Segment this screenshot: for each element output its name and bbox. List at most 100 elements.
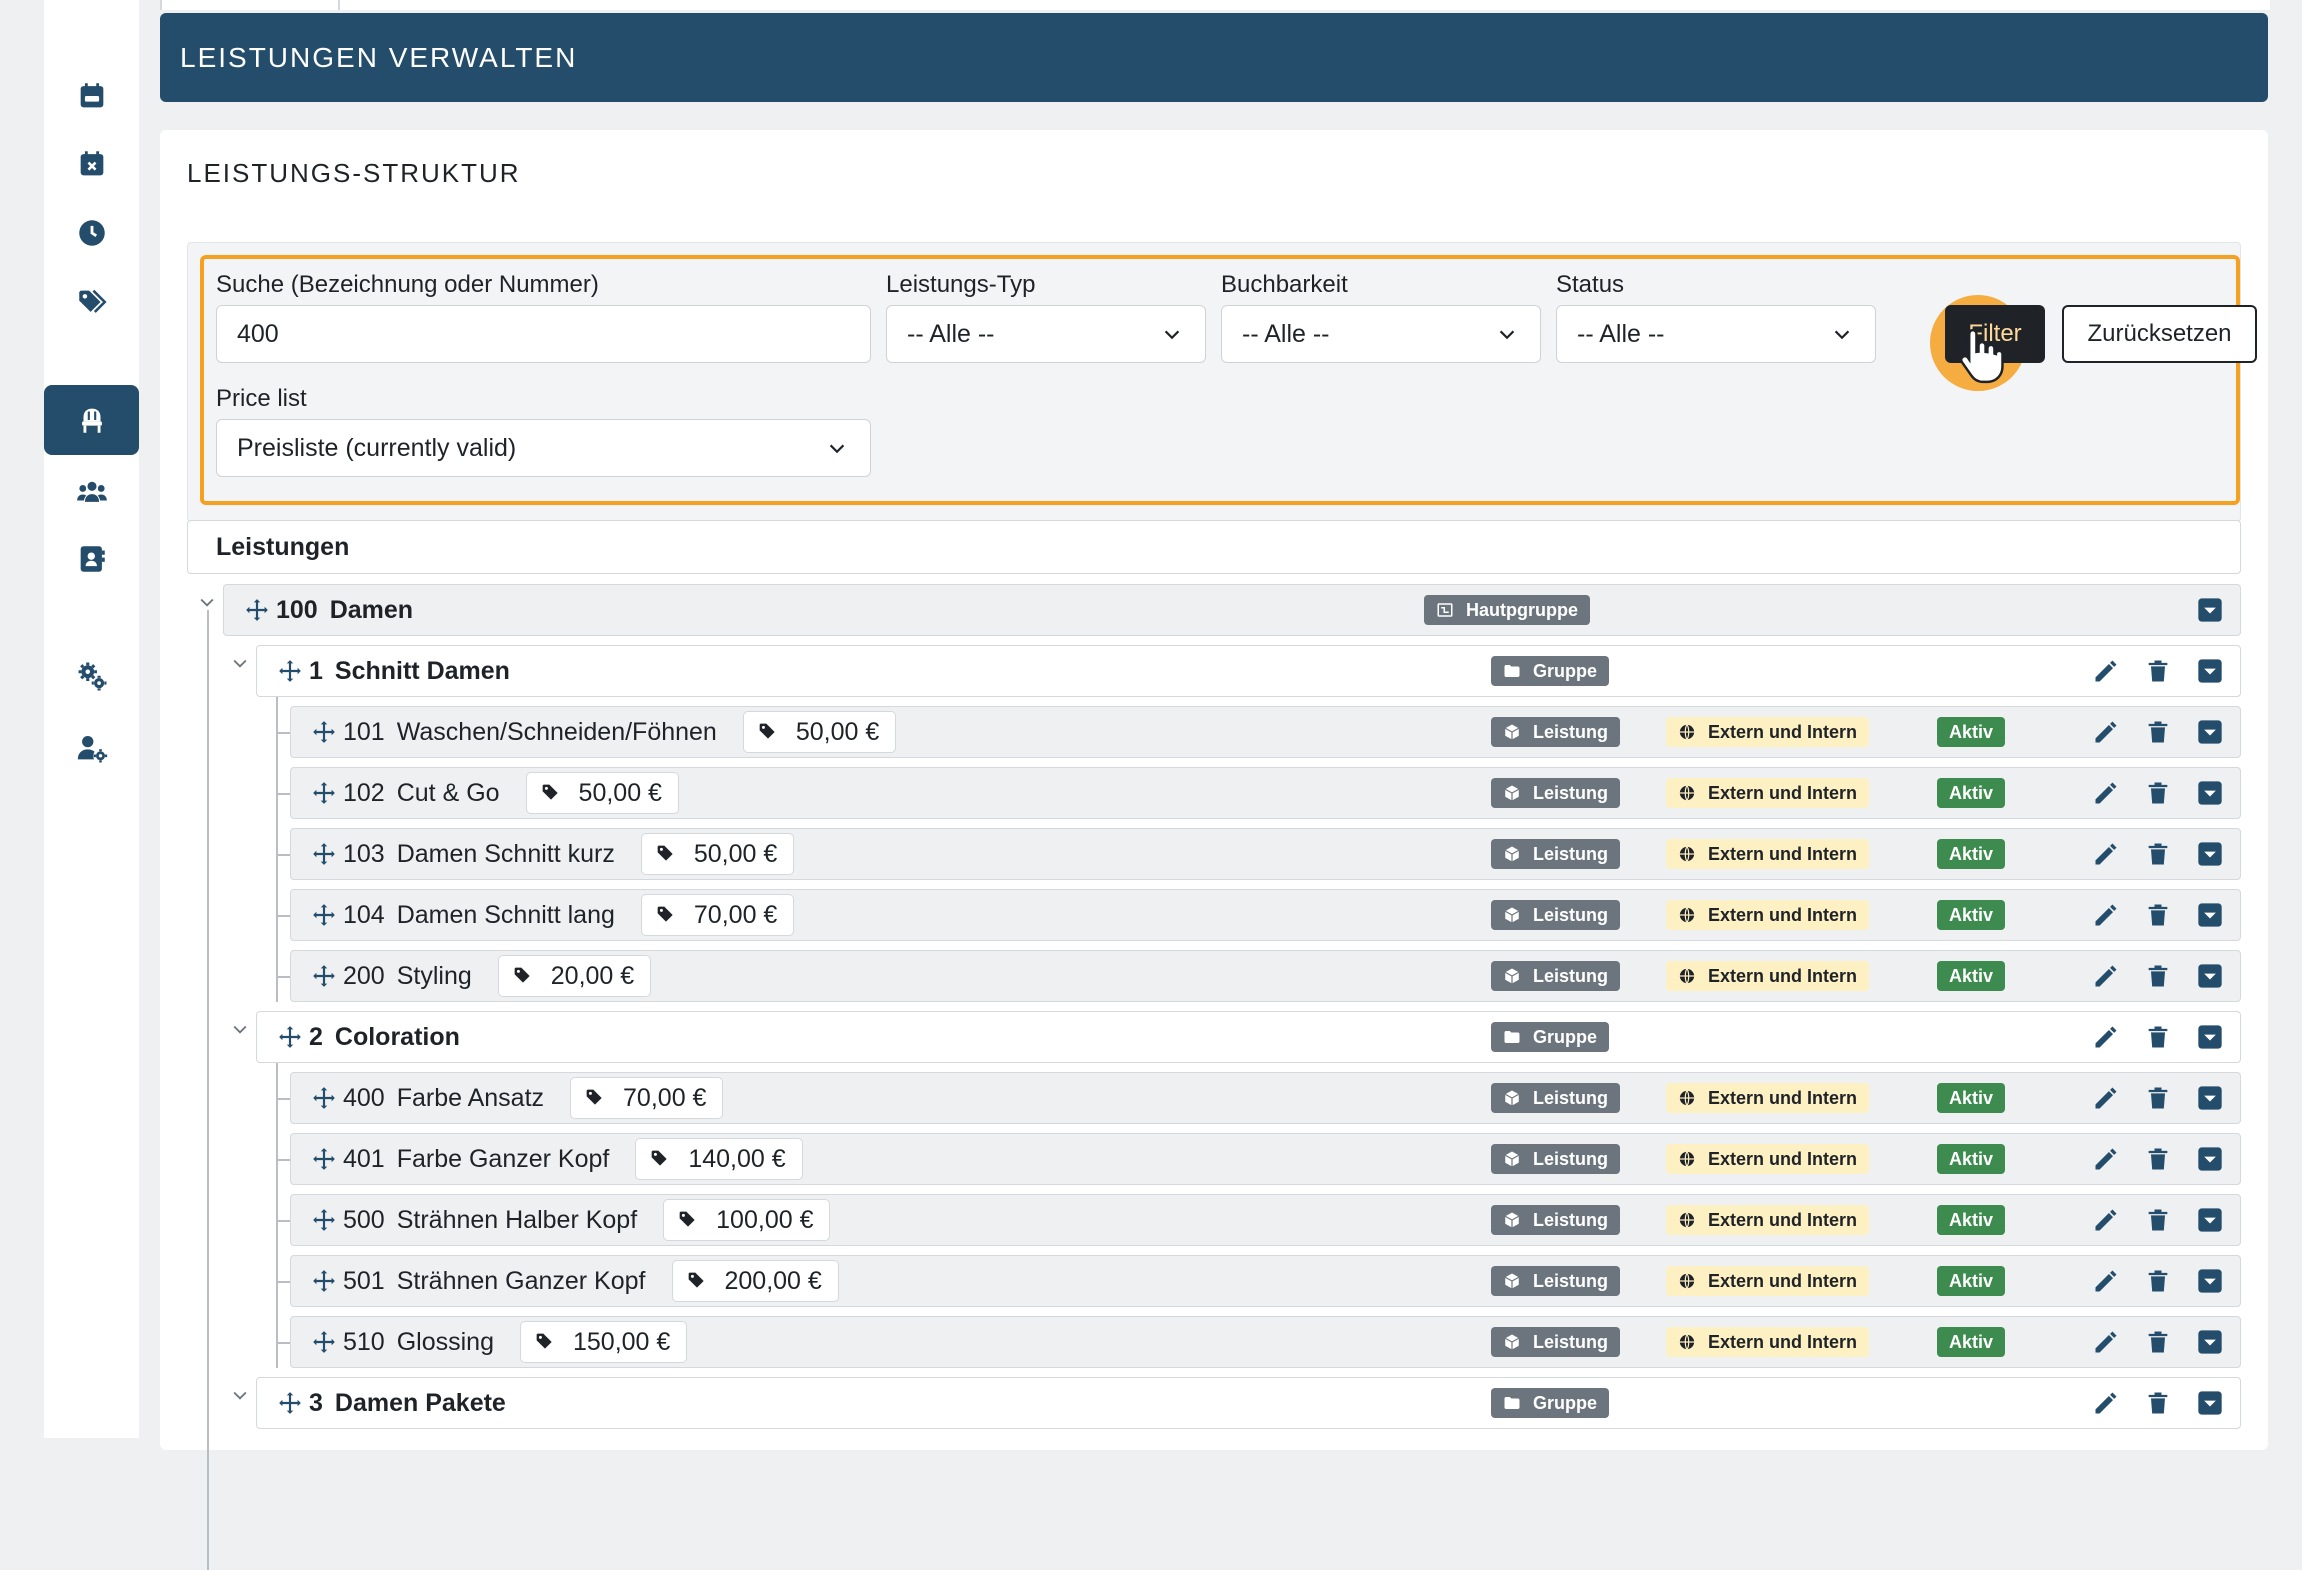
tree-row-group[interactable]: 1 Schnitt Damen Gruppe xyxy=(256,645,2241,697)
bookable-select[interactable]: -- Alle -- xyxy=(1221,305,1541,363)
tree-row-main-group[interactable]: 100 Damen Hautpgruppe xyxy=(223,584,2241,636)
caret-down-icon[interactable] xyxy=(2196,1145,2224,1173)
edit-pencil-icon[interactable] xyxy=(2092,1328,2120,1356)
trash-icon[interactable] xyxy=(2144,1084,2172,1112)
move-handle-icon[interactable] xyxy=(277,658,303,684)
move-handle-icon[interactable] xyxy=(311,1085,337,1111)
calendar-icon[interactable] xyxy=(44,66,139,126)
move-handle-icon[interactable] xyxy=(311,902,337,928)
collapse-toggle-icon[interactable] xyxy=(230,653,250,673)
tree-row-service[interactable]: 101 Waschen/Schneiden/Föhnen 50,00 € Leistu… xyxy=(290,706,2241,758)
tree-row-service[interactable]: 510 Glossing 150,00 € Leistung Extern und In… xyxy=(290,1316,2241,1368)
trash-icon[interactable] xyxy=(2144,1267,2172,1295)
edit-pencil-icon[interactable] xyxy=(2092,1267,2120,1295)
user-gear-icon[interactable] xyxy=(44,718,139,778)
edit-pencil-icon[interactable] xyxy=(2092,779,2120,807)
collapse-toggle-icon[interactable] xyxy=(230,1385,250,1405)
contact-card-icon[interactable] xyxy=(44,529,139,589)
edit-pencil-icon[interactable] xyxy=(2092,901,2120,929)
edit-pencil-icon[interactable] xyxy=(2092,718,2120,746)
edit-pencil-icon[interactable] xyxy=(2092,962,2120,990)
edit-pencil-icon[interactable] xyxy=(2092,1084,2120,1112)
caret-down-icon[interactable] xyxy=(2196,1084,2224,1112)
tree-row-service[interactable]: 400 Farbe Ansatz 70,00 € Leistung Extern und… xyxy=(290,1072,2241,1124)
trash-icon[interactable] xyxy=(2144,657,2172,685)
caret-down-icon[interactable] xyxy=(2196,1328,2224,1356)
tags-icon[interactable] xyxy=(44,272,139,332)
trash-icon[interactable] xyxy=(2144,840,2172,868)
move-handle-icon[interactable] xyxy=(277,1390,303,1416)
caret-down-icon[interactable] xyxy=(2196,657,2224,685)
trash-icon[interactable] xyxy=(2144,1328,2172,1356)
caret-down-icon[interactable] xyxy=(2196,1206,2224,1234)
globe-icon xyxy=(1679,1273,1695,1289)
caret-down-icon[interactable] xyxy=(2196,901,2224,929)
edit-pencil-icon[interactable] xyxy=(2092,1023,2120,1051)
gears-icon[interactable] xyxy=(44,646,139,706)
move-handle-icon[interactable] xyxy=(244,597,270,623)
caret-down-icon[interactable] xyxy=(2196,779,2224,807)
trash-icon[interactable] xyxy=(2144,1145,2172,1173)
trash-icon[interactable] xyxy=(2144,1389,2172,1417)
move-handle-icon[interactable] xyxy=(311,1268,337,1294)
users-icon[interactable] xyxy=(44,462,139,522)
edit-pencil-icon[interactable] xyxy=(2092,657,2120,685)
type-badge: Hautpgruppe xyxy=(1424,595,1590,625)
bookable-label: Buchbarkeit xyxy=(1221,271,1348,298)
search-input[interactable]: 400 xyxy=(216,305,871,363)
caret-down-icon[interactable] xyxy=(2196,1389,2224,1417)
edit-pencil-icon[interactable] xyxy=(2092,840,2120,868)
row-number: 2 xyxy=(309,1022,323,1051)
tree-row-service[interactable]: 500 Strähnen Halber Kopf 100,00 € Leistung E… xyxy=(290,1194,2241,1246)
trash-icon[interactable] xyxy=(2144,901,2172,929)
status-badge: Aktiv xyxy=(1937,961,2006,991)
trash-icon[interactable] xyxy=(2144,1206,2172,1234)
edit-pencil-icon[interactable] xyxy=(2092,1145,2120,1173)
trash-icon[interactable] xyxy=(2144,718,2172,746)
move-handle-icon[interactable] xyxy=(311,1329,337,1355)
status-select[interactable]: -- Alle -- xyxy=(1556,305,1876,363)
move-handle-icon[interactable] xyxy=(311,1146,337,1172)
caret-down-icon[interactable] xyxy=(2196,718,2224,746)
caret-down-icon[interactable] xyxy=(2196,840,2224,868)
collapse-toggle-icon[interactable] xyxy=(230,1019,250,1039)
calendar-x-icon[interactable] xyxy=(44,134,139,194)
caret-down-icon[interactable] xyxy=(2196,962,2224,990)
move-handle-icon[interactable] xyxy=(311,780,337,806)
caret-down-icon[interactable] xyxy=(2196,1267,2224,1295)
price-tag: 20,00 € xyxy=(497,955,652,997)
move-handle-icon[interactable] xyxy=(311,719,337,745)
edit-pencil-icon[interactable] xyxy=(2092,1389,2120,1417)
tree-row-service[interactable]: 501 Strähnen Ganzer Kopf 200,00 € Leistung E… xyxy=(290,1255,2241,1307)
move-handle-icon[interactable] xyxy=(311,1207,337,1233)
tree-row-service[interactable]: 104 Damen Schnitt lang 70,00 € Leistung Exte… xyxy=(290,889,2241,941)
caret-down-icon[interactable] xyxy=(2196,1023,2224,1051)
tab-edge[interactable] xyxy=(160,0,340,10)
type-select[interactable]: -- Alle -- xyxy=(886,305,1206,363)
tree-row-service[interactable]: 200 Styling 20,00 € Leistung Extern und Inte… xyxy=(290,950,2241,1002)
trash-icon[interactable] xyxy=(2144,779,2172,807)
pricelist-select[interactable]: Preisliste (currently valid) xyxy=(216,419,871,477)
status-badge: Aktiv xyxy=(1937,1266,2006,1296)
type-badge-text: Gruppe xyxy=(1533,660,1598,681)
tree-row-service[interactable]: 102 Cut & Go 50,00 € Leistung Extern und Int… xyxy=(290,767,2241,819)
trash-icon[interactable] xyxy=(2144,962,2172,990)
clock-icon[interactable] xyxy=(44,203,139,263)
row-name: Damen xyxy=(329,595,414,624)
collapse-toggle-icon[interactable] xyxy=(197,592,217,612)
chair-icon[interactable] xyxy=(44,385,139,455)
move-handle-icon[interactable] xyxy=(311,963,337,989)
tree-row-group[interactable]: 3 Damen Pakete Gruppe xyxy=(256,1377,2241,1429)
globe-icon xyxy=(1679,1151,1695,1167)
move-handle-icon[interactable] xyxy=(311,841,337,867)
reset-button[interactable]: Zurücksetzen xyxy=(2062,305,2257,363)
move-handle-icon[interactable] xyxy=(277,1024,303,1050)
trash-icon[interactable] xyxy=(2144,1023,2172,1051)
tree-row-service[interactable]: 103 Damen Schnitt kurz 50,00 € Leistung Exte… xyxy=(290,828,2241,880)
visibility-badge: Extern und Intern xyxy=(1666,1266,1870,1296)
tree-row-group[interactable]: 2 Coloration Gruppe xyxy=(256,1011,2241,1063)
caret-down-icon[interactable] xyxy=(2196,596,2224,624)
tree-row-service[interactable]: 401 Farbe Ganzer Kopf 140,00 € Leistung Exte… xyxy=(290,1133,2241,1185)
edit-pencil-icon[interactable] xyxy=(2092,1206,2120,1234)
type-badge-text: Leistung xyxy=(1533,904,1608,925)
